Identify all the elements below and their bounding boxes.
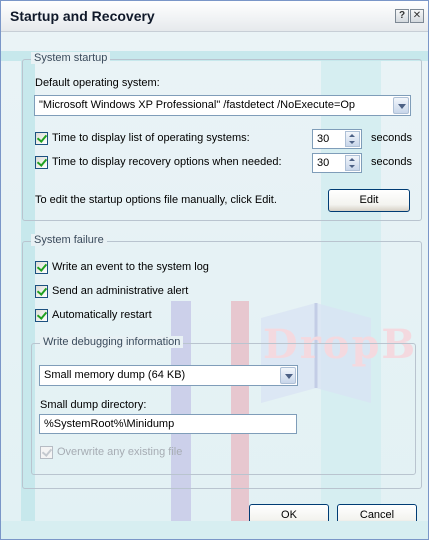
startup-recovery-dialog: DropB Startup and Recovery ? ✕ System st… bbox=[0, 0, 429, 540]
default-os-label: Default operating system: bbox=[35, 77, 160, 89]
write-event-label: Write an event to the system log bbox=[52, 261, 209, 273]
display-list-spinner[interactable]: 30 bbox=[312, 129, 362, 149]
system-failure-legend: System failure bbox=[31, 234, 107, 246]
chevron-down-icon[interactable] bbox=[280, 367, 296, 384]
debugging-info-legend: Write debugging information bbox=[40, 336, 184, 348]
send-alert-label: Send an administrative alert bbox=[52, 285, 189, 297]
write-event-checkbox[interactable] bbox=[35, 261, 48, 274]
recovery-options-checkbox[interactable] bbox=[35, 156, 48, 169]
auto-restart-checkbox[interactable] bbox=[35, 309, 48, 322]
recovery-options-spinner[interactable]: 30 bbox=[312, 153, 362, 173]
dump-type-dropdown[interactable]: Small memory dump (64 KB) bbox=[39, 365, 298, 386]
chevron-down-icon[interactable] bbox=[393, 97, 409, 114]
overwrite-label: Overwrite any existing file bbox=[57, 446, 183, 458]
title-bar: Startup and Recovery ? ✕ bbox=[1, 1, 428, 32]
close-icon: ✕ bbox=[412, 10, 422, 21]
dump-dir-label: Small dump directory: bbox=[40, 399, 147, 411]
seconds-label: seconds bbox=[371, 132, 412, 144]
default-os-dropdown[interactable]: "Microsoft Windows XP Professional" /fas… bbox=[34, 95, 411, 116]
auto-restart-label: Automatically restart bbox=[52, 309, 152, 321]
spinner-arrows-icon[interactable] bbox=[345, 131, 360, 147]
dump-type-value: Small memory dump (64 KB) bbox=[44, 369, 186, 381]
window-title: Startup and Recovery bbox=[10, 8, 155, 24]
default-os-value: "Microsoft Windows XP Professional" /fas… bbox=[39, 99, 356, 111]
display-list-label: Time to display list of operating system… bbox=[52, 132, 250, 144]
edit-button[interactable]: Edit bbox=[328, 189, 410, 212]
recovery-options-label: Time to display recovery options when ne… bbox=[52, 156, 282, 168]
bottom-strip bbox=[1, 521, 428, 539]
overwrite-checkbox[interactable] bbox=[40, 446, 53, 459]
close-button[interactable]: ✕ bbox=[410, 9, 424, 23]
help-icon: ? bbox=[398, 10, 406, 21]
system-startup-legend: System startup bbox=[31, 52, 111, 64]
dump-dir-input[interactable]: %SystemRoot%\Minidump bbox=[39, 414, 297, 434]
help-button[interactable]: ? bbox=[395, 9, 409, 23]
display-list-value: 30 bbox=[317, 133, 330, 145]
send-alert-checkbox[interactable] bbox=[35, 285, 48, 298]
edit-hint-text: To edit the startup options file manuall… bbox=[35, 194, 277, 206]
recovery-options-value: 30 bbox=[317, 157, 330, 169]
dump-dir-value: %SystemRoot%\Minidump bbox=[44, 418, 175, 430]
spinner-arrows-icon[interactable] bbox=[345, 155, 360, 171]
seconds-label: seconds bbox=[371, 156, 412, 168]
display-list-checkbox[interactable] bbox=[35, 132, 48, 145]
